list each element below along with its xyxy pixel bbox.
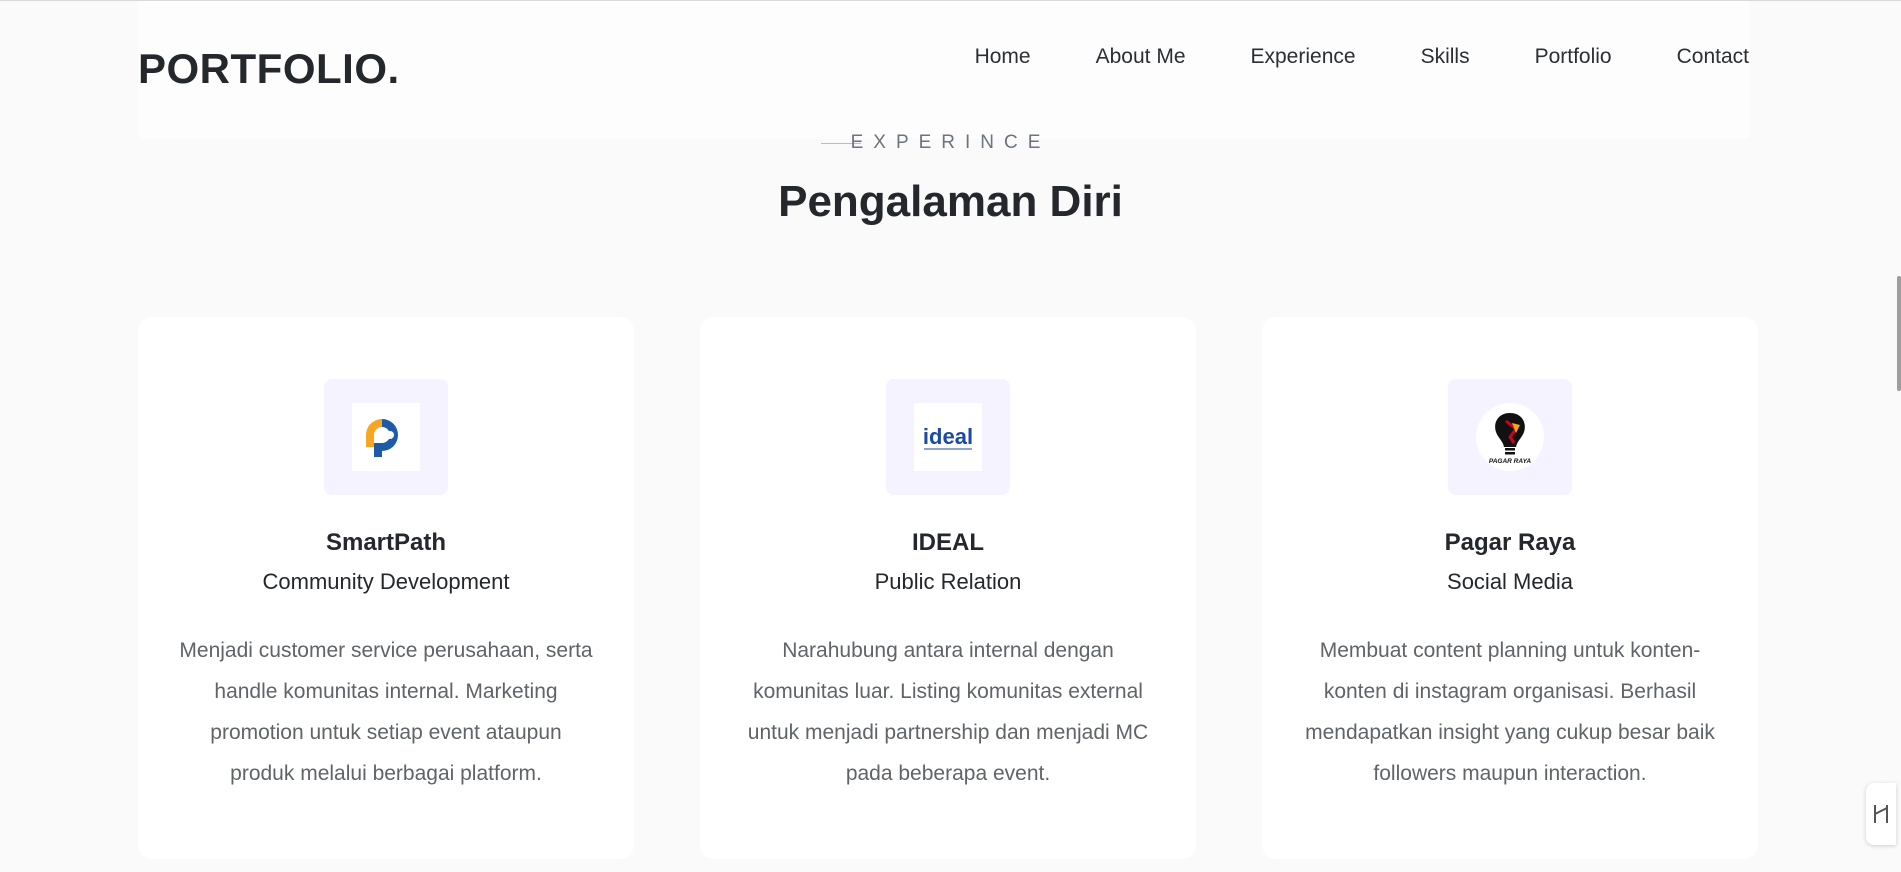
icon-box: PAGAR RAYA [1448, 379, 1572, 495]
widget-logo-icon [1874, 805, 1888, 823]
ideal-logo-icon: ideal [914, 403, 982, 471]
site-header: PORTFOLIO. Home About Me Experience Skil… [138, 1, 1749, 139]
icon-box [324, 379, 448, 495]
experience-card-pagar-raya: PAGAR RAYA Pagar Raya Social Media Membu… [1262, 317, 1758, 859]
ideal-logo-text: ideal [923, 424, 973, 449]
company-name: IDEAL [912, 529, 984, 556]
nav-item-portfolio[interactable]: Portfolio [1535, 45, 1612, 69]
nav-item-about-me[interactable]: About Me [1096, 45, 1186, 69]
experience-card-ideal: ideal IDEAL Public Relation Narahubung a… [700, 317, 1196, 859]
experience-cards: SmartPath Community Development Menjadi … [138, 317, 1758, 859]
scrollbar-thumb[interactable] [1897, 276, 1901, 391]
role-description: Membuat content planning untuk konten-ko… [1305, 639, 1715, 785]
section-eyebrow: EXPERINCE [850, 132, 1051, 153]
role-title: Public Relation [874, 569, 1022, 594]
pagar-raya-logo-text: PAGAR RAYA [1489, 458, 1532, 465]
experience-card-smartpath: SmartPath Community Development Menjadi … [138, 317, 634, 859]
section-title: Pengalaman Diri [778, 177, 1123, 226]
nav-item-contact[interactable]: Contact [1677, 45, 1749, 69]
brand-logo-text[interactable]: PORTFOLIO. [138, 45, 400, 93]
smartpath-logo-icon [352, 403, 420, 471]
company-name: Pagar Raya [1444, 529, 1576, 556]
page: PORTFOLIO. Home About Me Experience Skil… [0, 0, 1901, 872]
floating-widget-button[interactable] [1866, 783, 1896, 845]
main-nav: Home About Me Experience Skills Portfoli… [910, 45, 1749, 69]
nav-item-experience[interactable]: Experience [1251, 45, 1356, 69]
pagar-raya-logo-icon: PAGAR RAYA [1476, 403, 1544, 471]
role-description: Narahubung antara internal dengan komuni… [747, 639, 1149, 785]
role-title: Community Development [262, 569, 510, 594]
role-title: Social Media [1447, 569, 1573, 594]
company-name: SmartPath [325, 529, 447, 556]
nav-item-skills[interactable]: Skills [1421, 45, 1470, 69]
icon-box: ideal [886, 379, 1010, 495]
nav-item-home[interactable]: Home [975, 45, 1031, 69]
role-description: Menjadi customer service perusahaan, ser… [179, 639, 593, 785]
